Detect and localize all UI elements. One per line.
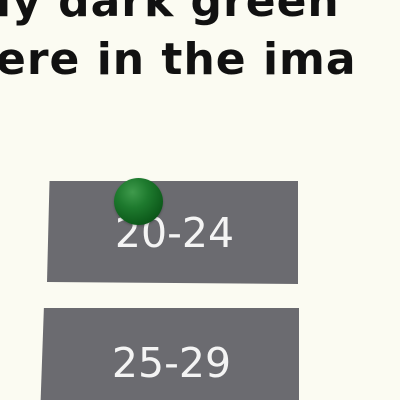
option-button-25-29[interactable]: 25-29 [40, 308, 299, 400]
option-label: 25-29 [111, 339, 232, 387]
green-sphere-icon[interactable] [114, 178, 163, 225]
question-text-line-2: ere in the ima [0, 34, 357, 85]
option-button-20-24[interactable]: 20-24 [47, 181, 298, 284]
question-text-line-1: ly dark green [0, 0, 340, 27]
vr-scene: ly dark green ere in the ima 20-24 25-29 [0, 0, 400, 400]
